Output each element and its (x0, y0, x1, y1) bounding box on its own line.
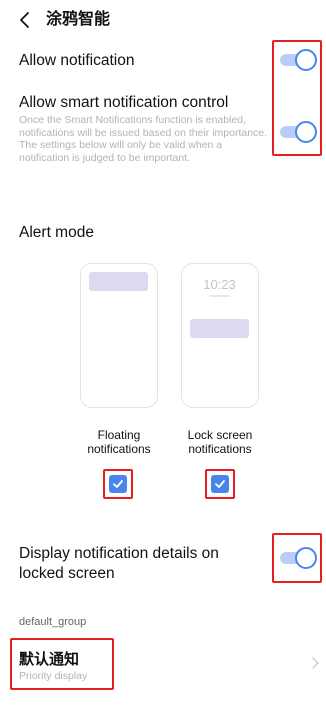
check-icon (113, 480, 123, 488)
alert-mode-label: Alert mode (19, 224, 94, 241)
check-icon (215, 480, 225, 488)
page-title: 涂鸦智能 (46, 11, 111, 28)
default-notification-subtitle: Priority display (19, 670, 88, 682)
details-locked-label: Display notification details on locked s… (19, 544, 219, 584)
smart-control-label: Allow smart notification control (19, 94, 229, 111)
details-locked-line2: locked screen (19, 565, 115, 582)
clock-divider (210, 295, 230, 297)
lock-screen-notification-preview[interactable]: 10:23 (181, 263, 259, 408)
floating-checkbox[interactable] (109, 475, 127, 493)
floating-label-line1: Floating (97, 428, 141, 442)
floating-label-line2: notifications (87, 442, 151, 456)
group-header: default_group (19, 616, 87, 628)
lock-screen-checkbox[interactable] (211, 475, 229, 493)
lock-screen-label: Lock screen notifications (173, 428, 267, 456)
floating-notification-preview[interactable] (80, 263, 158, 408)
smart-control-description: Once the Smart Notifications function is… (19, 114, 268, 164)
header-bar: 涂鸦智能 (0, 0, 326, 40)
floating-label: Floating notifications (72, 428, 166, 456)
toggle-knob (295, 49, 317, 71)
details-locked-toggle[interactable] (276, 543, 320, 573)
lock-screen-label-line2: notifications (188, 442, 252, 456)
allow-notification-toggle[interactable] (276, 45, 320, 75)
floating-banner (89, 272, 148, 291)
smart-control-toggle[interactable] (276, 117, 320, 147)
lock-clock: 10:23 (203, 277, 236, 292)
toggle-knob (295, 121, 317, 143)
details-locked-line1: Display notification details on (19, 545, 219, 562)
lock-screen-label-line1: Lock screen (187, 428, 253, 442)
default-notification-row[interactable]: 默认通知 Priority display (0, 636, 326, 690)
back-arrow-icon[interactable] (14, 9, 36, 31)
allow-notification-label: Allow notification (19, 52, 135, 69)
chevron-right-icon (310, 656, 320, 670)
toggle-knob (295, 547, 317, 569)
lock-banner (190, 319, 249, 338)
default-notification-title: 默认通知 (19, 651, 80, 668)
